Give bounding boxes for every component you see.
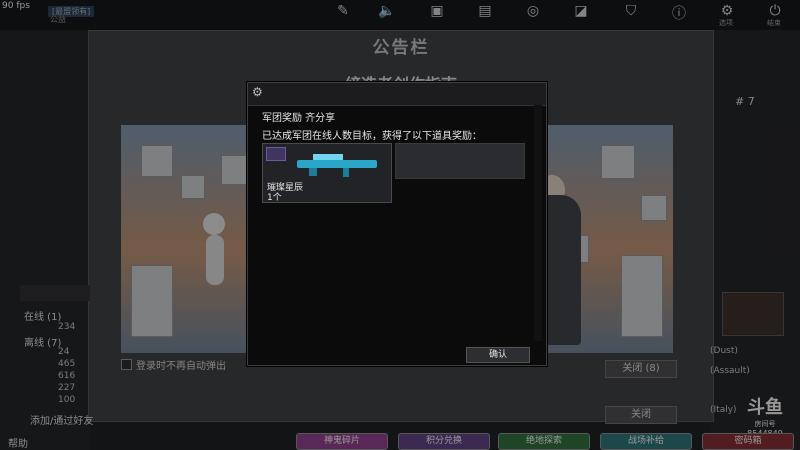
item-quantity: 1个 [267,193,282,203]
empty-item-slot [395,143,525,179]
reward-item-card[interactable]: 璀璨星辰 1个 [262,143,392,203]
dialog-title: 军团奖励 齐分享 [262,113,336,124]
steam-logo-icon: ⚙ [252,85,263,99]
rifle-icon [297,154,377,177]
dialog-scrollbar[interactable] [534,105,542,341]
reward-dialog: ⚙ 军团奖励 齐分享 已达成军团在线人数目标，获得了以下道具奖励： 璀璨星辰 1… [247,82,547,366]
confirm-button[interactable]: 确认 [466,347,530,363]
item-rarity-icon [266,147,286,161]
dialog-titlebar: ⚙ [248,83,546,106]
dialog-message: 已达成军团在线人数目标，获得了以下道具奖励： [262,131,482,142]
